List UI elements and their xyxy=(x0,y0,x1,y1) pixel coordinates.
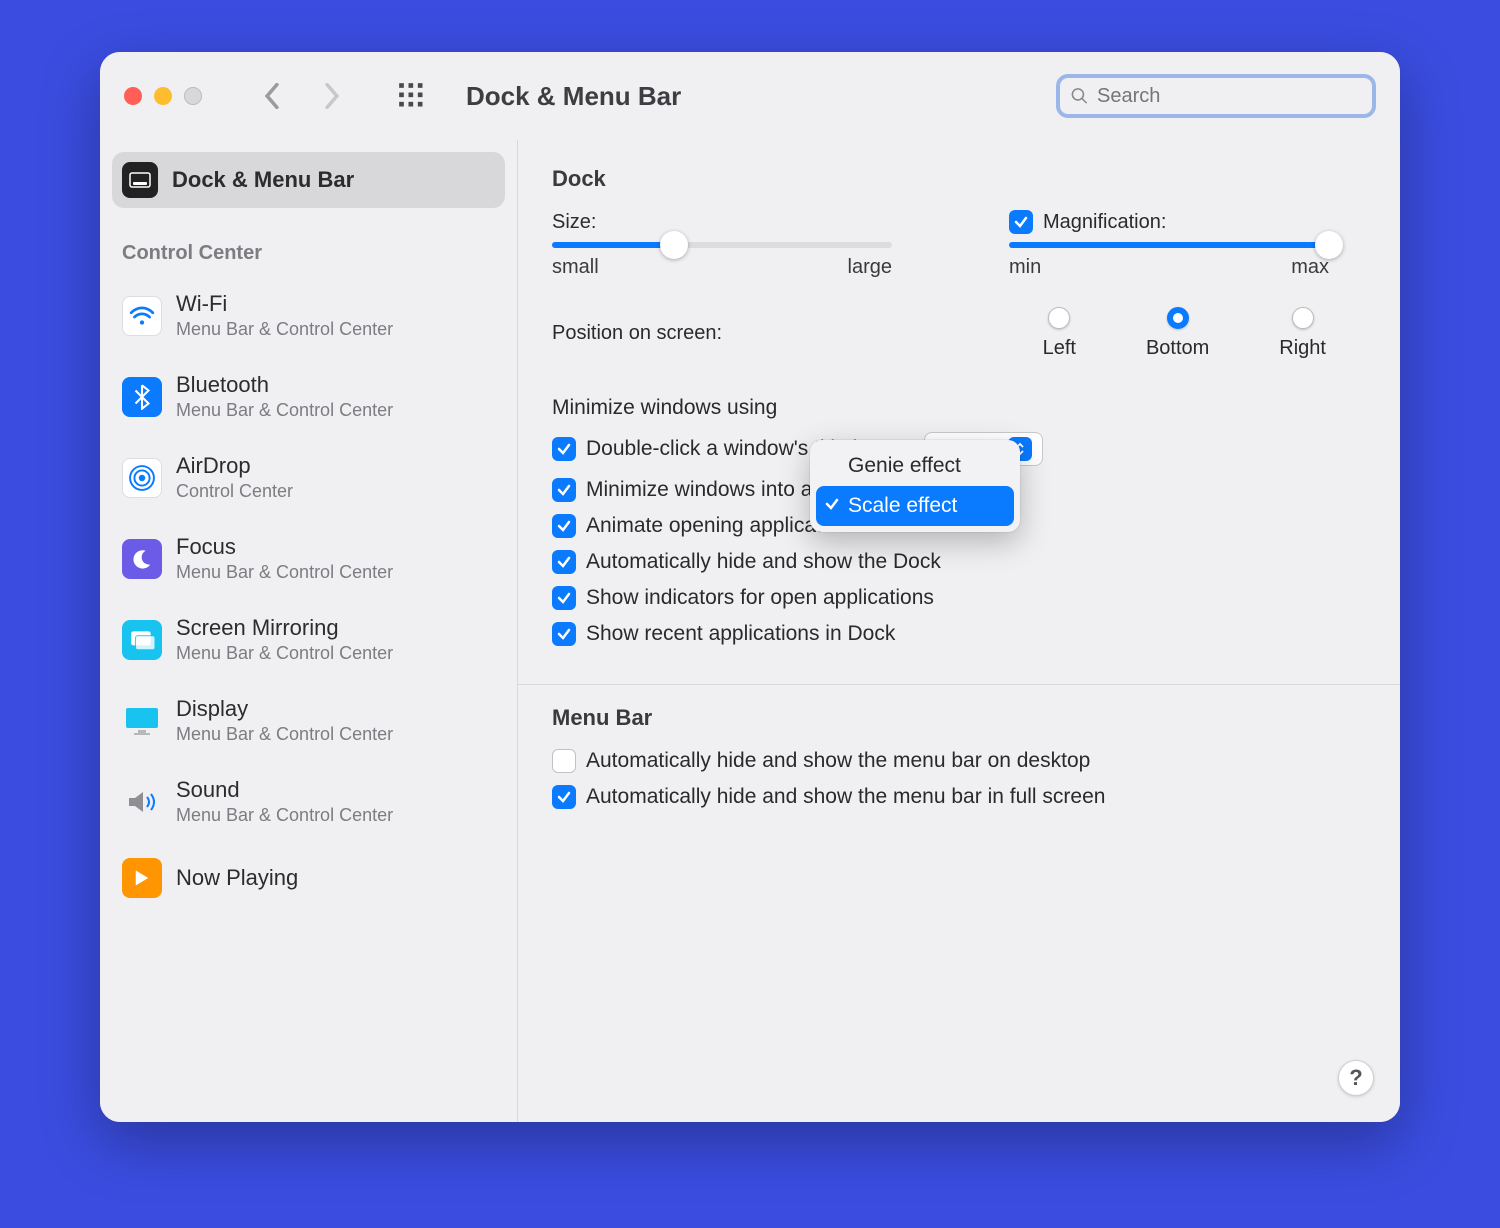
recent-checkbox[interactable] xyxy=(552,622,576,646)
list-item-sub: Control Center xyxy=(176,481,293,502)
sidebar-section-title: Control Center xyxy=(112,208,505,275)
now-playing-icon xyxy=(122,858,162,898)
close-window-button[interactable] xyxy=(124,87,142,105)
minimize-option-genie[interactable]: Genie effect xyxy=(816,446,1014,486)
autohide-menubar-desktop-checkbox[interactable] xyxy=(552,749,576,773)
display-icon xyxy=(122,701,162,741)
list-item-sub: Menu Bar & Control Center xyxy=(176,319,393,340)
preferences-window: Dock & Menu Bar Dock & Menu Bar Control … xyxy=(100,52,1400,1122)
list-item-sub: Menu Bar & Control Center xyxy=(176,643,393,664)
animate-checkbox[interactable] xyxy=(552,514,576,538)
autohide-dock-checkbox[interactable] xyxy=(552,550,576,574)
list-item-title: AirDrop xyxy=(176,453,293,479)
autohide-menubar-fullscreen-checkbox[interactable] xyxy=(552,785,576,809)
list-item-sub: Menu Bar & Control Center xyxy=(176,400,393,421)
sidebar-item-wifi[interactable]: Wi-Fi Menu Bar & Control Center xyxy=(112,275,505,356)
size-min-label: small xyxy=(552,256,599,279)
position-bottom-label: Bottom xyxy=(1146,337,1209,360)
chevron-right-icon xyxy=(323,83,341,109)
screen-mirroring-icon xyxy=(122,620,162,660)
position-label: Position on screen: xyxy=(552,322,722,345)
sidebar-item-screen-mirroring[interactable]: Screen Mirroring Menu Bar & Control Cent… xyxy=(112,599,505,680)
traffic-lights xyxy=(124,87,202,105)
sidebar-item-airdrop[interactable]: AirDrop Control Center xyxy=(112,437,505,518)
list-item-title: Bluetooth xyxy=(176,372,393,398)
sidebar-item-focus[interactable]: Focus Menu Bar & Control Center xyxy=(112,518,505,599)
list-item-title: Screen Mirroring xyxy=(176,615,393,641)
help-button[interactable]: ? xyxy=(1338,1060,1374,1096)
sidebar: Dock & Menu Bar Control Center Wi-Fi Men… xyxy=(100,140,518,1122)
sidebar-item-sound[interactable]: Sound Menu Bar & Control Center xyxy=(112,761,505,842)
minimize-option-scale[interactable]: Scale effect xyxy=(816,486,1014,526)
minimize-using-label: Minimize windows using xyxy=(552,396,777,420)
chevron-left-icon xyxy=(263,83,281,109)
list-item-title: Display xyxy=(176,696,393,722)
mag-min-label: min xyxy=(1009,256,1041,279)
dock-heading: Dock xyxy=(552,166,1366,192)
dock-section: Dock Size: small large xyxy=(518,140,1400,666)
dock-menubar-icon xyxy=(122,162,158,198)
grid-icon xyxy=(398,82,426,110)
sidebar-item-bluetooth[interactable]: Bluetooth Menu Bar & Control Center xyxy=(112,356,505,437)
bluetooth-icon xyxy=(122,377,162,417)
search-input[interactable] xyxy=(1097,85,1362,108)
wifi-icon xyxy=(122,296,162,336)
sound-icon xyxy=(122,782,162,822)
search-field-wrap[interactable] xyxy=(1056,74,1376,118)
sidebar-item-label: Dock & Menu Bar xyxy=(172,167,354,193)
list-item-title: Sound xyxy=(176,777,393,803)
magnification-checkbox[interactable] xyxy=(1009,210,1033,234)
list-item-title: Focus xyxy=(176,534,393,560)
checkmark-icon xyxy=(824,494,840,518)
autohide-menubar-desktop-label: Automatically hide and show the menu bar… xyxy=(586,749,1090,773)
help-icon: ? xyxy=(1349,1065,1362,1091)
mag-max-label: max xyxy=(1291,256,1329,279)
list-item-title: Wi-Fi xyxy=(176,291,393,317)
list-item-sub: Menu Bar & Control Center xyxy=(176,805,393,826)
autohide-dock-label: Automatically hide and show the Dock xyxy=(586,550,941,574)
airdrop-icon xyxy=(122,458,162,498)
content-pane: Dock Size: small large xyxy=(518,140,1400,1122)
titlebar: Dock & Menu Bar xyxy=(100,52,1400,140)
list-item-sub: Menu Bar & Control Center xyxy=(176,724,393,745)
size-label: Size: xyxy=(552,211,909,234)
position-left-label: Left xyxy=(1043,337,1076,360)
focus-icon xyxy=(122,539,162,579)
position-right-label: Right xyxy=(1279,337,1326,360)
magnification-slider[interactable] xyxy=(1009,242,1329,248)
search-icon xyxy=(1070,86,1089,106)
back-button[interactable] xyxy=(252,76,292,116)
position-left-radio[interactable] xyxy=(1048,307,1070,329)
size-slider[interactable] xyxy=(552,242,892,248)
indicators-label: Show indicators for open applications xyxy=(586,586,934,610)
recent-label: Show recent applications in Dock xyxy=(586,622,895,646)
position-bottom-radio[interactable] xyxy=(1167,307,1189,329)
autohide-menubar-fullscreen-label: Automatically hide and show the menu bar… xyxy=(586,785,1105,809)
magnification-slider-knob[interactable] xyxy=(1315,231,1343,259)
indicators-checkbox[interactable] xyxy=(552,586,576,610)
doubleclick-checkbox[interactable] xyxy=(552,437,576,461)
zoom-window-button[interactable] xyxy=(184,87,202,105)
minimize-effect-dropdown[interactable]: Genie effect Scale effect xyxy=(810,440,1020,532)
minimize-window-button[interactable] xyxy=(154,87,172,105)
size-max-label: large xyxy=(848,256,892,279)
size-slider-knob[interactable] xyxy=(660,231,688,259)
position-right-radio[interactable] xyxy=(1292,307,1314,329)
sidebar-item-now-playing[interactable]: Now Playing xyxy=(112,842,505,914)
list-item-title: Now Playing xyxy=(176,865,298,891)
window-title: Dock & Menu Bar xyxy=(466,81,681,112)
forward-button[interactable] xyxy=(312,76,352,116)
min-into-app-checkbox[interactable] xyxy=(552,478,576,502)
list-item-sub: Menu Bar & Control Center xyxy=(176,562,393,583)
sidebar-item-dock-menubar[interactable]: Dock & Menu Bar xyxy=(112,152,505,208)
menubar-section: Menu Bar Automatically hide and show the… xyxy=(518,685,1400,829)
sidebar-item-display[interactable]: Display Menu Bar & Control Center xyxy=(112,680,505,761)
show-all-button[interactable] xyxy=(392,76,432,116)
magnification-label: Magnification: xyxy=(1043,211,1166,234)
menubar-heading: Menu Bar xyxy=(552,705,1366,731)
